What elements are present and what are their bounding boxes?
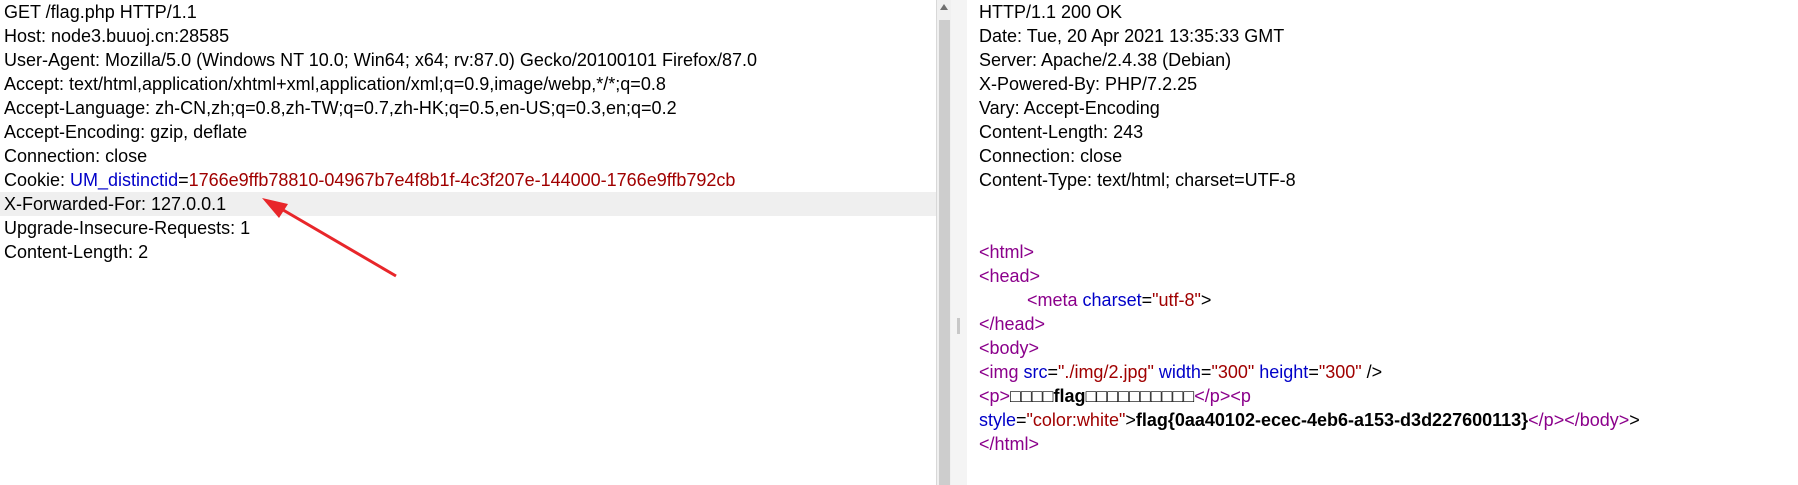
style-attr: style [979, 410, 1017, 430]
header-connection: Connection: close [979, 146, 1123, 166]
img-height-attr: height [1259, 362, 1309, 382]
cookie-equals: = [178, 170, 189, 190]
header-host[interactable]: Host: node3.buuoj.cn:28585 [4, 24, 229, 48]
scrollbar-thumb[interactable] [939, 20, 950, 485]
img-height-value: "300" [1318, 362, 1362, 382]
flag-value: flag{0aa40102-ecec-4eb6-a153-d3d22760011… [1135, 410, 1529, 430]
meta-charset-value: "utf-8" [1152, 290, 1201, 310]
head-open-tag: <head> [979, 266, 1041, 286]
request-editor[interactable]: GET /flag.php HTTP/1.1 Host: node3.buuoj… [0, 0, 936, 485]
header-content-length[interactable]: Content-Length: 2 [4, 240, 148, 264]
p2-gt: > [1125, 410, 1136, 430]
header-content-length: Content-Length: 243 [979, 122, 1144, 142]
hidden-flag-line: style="color:white">flag{0aa40102-ecec-4… [979, 410, 1640, 430]
pane-splitter[interactable] [951, 0, 967, 485]
body-gt: > [1629, 410, 1640, 430]
scroll-up-arrow-icon[interactable] [940, 4, 948, 10]
cookie-value: 1766e9ffb78810-04967b7e4f8b1f-4c3f207e-1… [188, 170, 736, 190]
html-close-tag: </html> [979, 434, 1040, 454]
header-server: Server: Apache/2.4.38 (Debian) [979, 50, 1232, 70]
img-close: /> [1366, 362, 1383, 382]
header-x-forwarded-for[interactable]: X-Forwarded-For: 127.0.0.1 [4, 192, 226, 216]
garbled-text-before: □□□□ [1010, 386, 1054, 406]
img-src-value: "./img/2.jpg" [1058, 362, 1154, 382]
header-upgrade-insecure-requests[interactable]: Upgrade-Insecure-Requests: 1 [4, 216, 250, 240]
splitter-grip-icon [957, 318, 960, 334]
header-x-powered-by: X-Powered-By: PHP/7.2.25 [979, 74, 1198, 94]
img-tag-line: <img src="./img/2.jpg" width="300" heigh… [979, 362, 1383, 382]
meta-close: > [1200, 290, 1212, 310]
request-line[interactable]: GET /flag.php HTTP/1.1 [4, 0, 197, 24]
header-connection[interactable]: Connection: close [4, 144, 147, 168]
style-value: "color:white" [1026, 410, 1126, 430]
header-content-type: Content-Type: text/html; charset=UTF-8 [979, 170, 1296, 190]
head-close-tag: </head> [979, 314, 1046, 334]
cookie-name: UM_distinctid [70, 170, 179, 190]
body-open-tag: <body> [979, 338, 1040, 358]
p-close-tag: </p> [1194, 386, 1231, 406]
meta-tag-line: <meta charset="utf-8"> [1027, 290, 1212, 310]
p2-close-tag: </p> [1528, 410, 1565, 430]
img-width-value: "300" [1211, 362, 1255, 382]
header-cookie[interactable]: Cookie: UM_distinctid=1766e9ffb78810-049… [4, 168, 735, 192]
img-tag: <img [979, 362, 1019, 382]
header-vary: Vary: Accept-Encoding [979, 98, 1160, 118]
header-date: Date: Tue, 20 Apr 2021 13:35:33 GMT [979, 26, 1285, 46]
p-open-tag: <p> [979, 386, 1011, 406]
status-line: HTTP/1.1 200 OK [979, 2, 1123, 22]
cookie-label: Cookie: [4, 170, 71, 190]
p2-open-tag: <p [1230, 386, 1251, 406]
p-flag-line: <p>□□□□flag□□□□□□□□□□</p><p [979, 384, 1251, 408]
meta-tag: <meta [1027, 290, 1078, 310]
img-width-attr: width [1158, 362, 1201, 382]
header-user-agent[interactable]: User-Agent: Mozilla/5.0 (Windows NT 10.0… [4, 48, 757, 72]
body-close-tag: </body> [1564, 410, 1630, 430]
header-accept-language[interactable]: Accept-Language: zh-CN,zh;q=0.8,zh-TW;q=… [4, 96, 677, 120]
header-accept[interactable]: Accept: text/html,application/xhtml+xml,… [4, 72, 666, 96]
html-open-tag: <html> [979, 242, 1035, 262]
img-src-attr: src [1023, 362, 1048, 382]
flag-word: flag [1053, 386, 1086, 406]
garbled-text-after: □□□□□□□□□□ [1085, 386, 1195, 406]
meta-charset-attr: charset [1082, 290, 1142, 310]
response-viewer[interactable]: HTTP/1.1 200 OK Date: Tue, 20 Apr 2021 1… [967, 0, 1798, 485]
header-accept-encoding[interactable]: Accept-Encoding: gzip, deflate [4, 120, 247, 144]
